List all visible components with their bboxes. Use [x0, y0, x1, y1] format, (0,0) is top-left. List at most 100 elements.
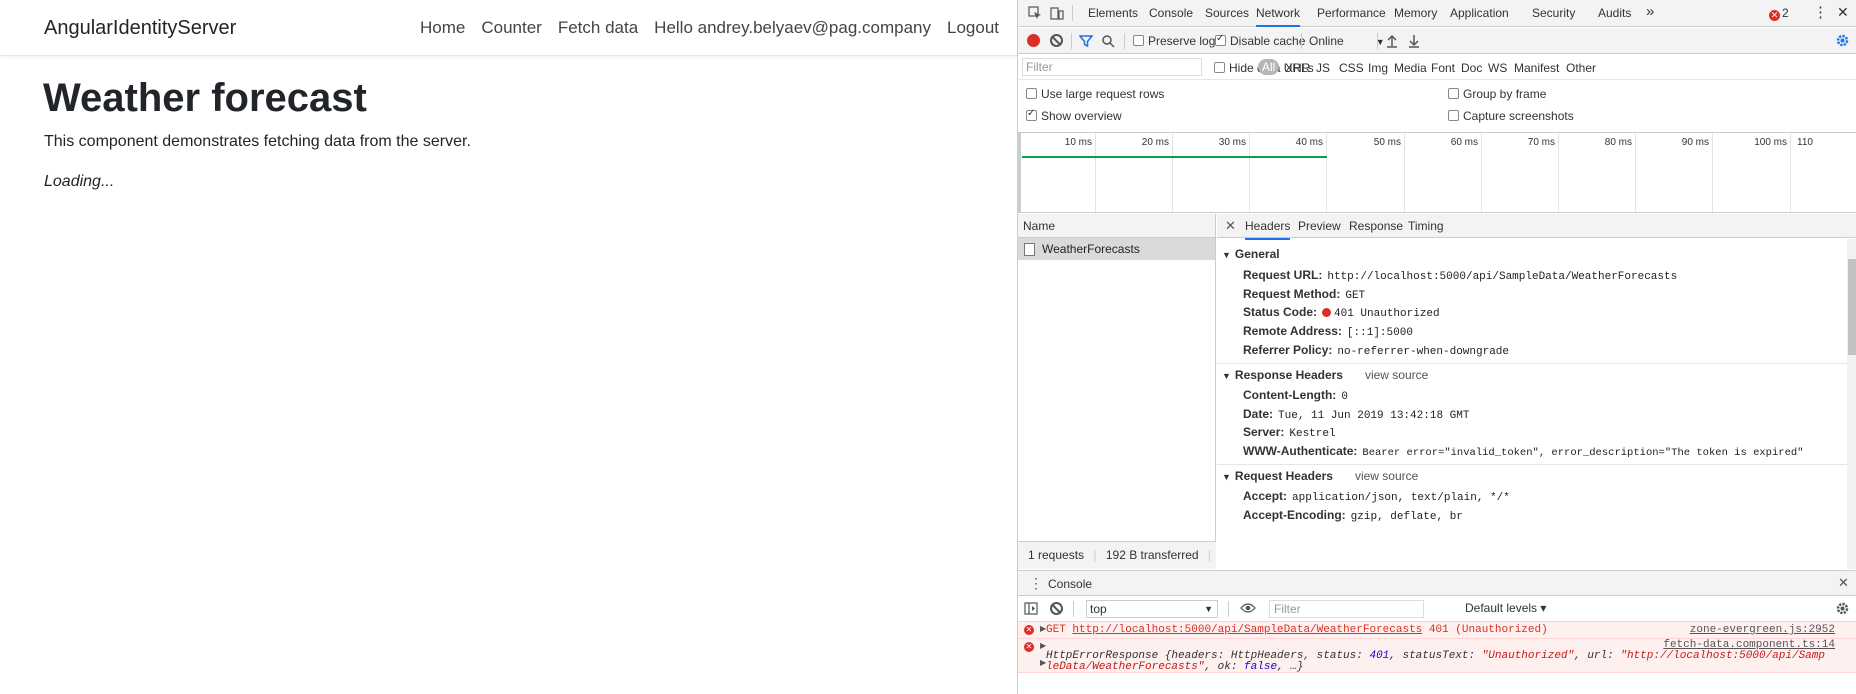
checkbox-checked[interactable] — [1026, 108, 1037, 121]
brand-link[interactable]: AngularIdentityServer — [44, 17, 236, 40]
header-key: Accept: — [1243, 489, 1288, 503]
close-drawer-icon[interactable]: ✕ — [1838, 576, 1849, 590]
drawer-menu-icon[interactable]: ⋮ — [1029, 576, 1043, 590]
header-request-method: Request Method: GET — [1243, 287, 1365, 302]
request-headers-section-title[interactable]: ▼ Request Headers view source — [1222, 469, 1418, 483]
tab-timing[interactable]: Timing — [1408, 219, 1444, 233]
nav-logout[interactable]: Logout — [947, 18, 999, 38]
filter-type-js[interactable]: JS — [1316, 61, 1330, 75]
group-by-frame-checkbox[interactable]: Group by frame — [1448, 87, 1546, 101]
checkbox[interactable] — [1133, 35, 1144, 46]
nav-fetch-data[interactable]: Fetch data — [558, 18, 638, 38]
navbar: AngularIdentityServer Home Counter Fetch… — [0, 0, 1017, 56]
filter-type-manifest[interactable]: Manifest — [1514, 61, 1559, 75]
kebab-menu-icon[interactable]: ⋮ — [1813, 3, 1828, 21]
expand-triangle-icon[interactable]: ▶ — [1040, 622, 1046, 638]
request-row[interactable]: WeatherForecasts — [1018, 238, 1215, 260]
filter-type-font[interactable]: Font — [1431, 61, 1455, 75]
filter-type-media[interactable]: Media — [1394, 61, 1427, 75]
filter-type-other[interactable]: Other — [1566, 61, 1596, 75]
console-error-message[interactable]: ✕ ▶ GET http://localhost:5000/api/Sample… — [1018, 622, 1856, 639]
tab-application[interactable]: Application — [1450, 6, 1509, 20]
view-source-link[interactable]: view source — [1365, 368, 1428, 382]
overview-left-handle[interactable] — [1018, 133, 1021, 212]
nav-home[interactable]: Home — [420, 18, 465, 38]
checkbox[interactable] — [1448, 88, 1459, 99]
request-url-link[interactable]: http://localhost:5000/api/SampleData/Wea… — [1072, 624, 1422, 636]
live-expression-eye-icon[interactable] — [1240, 602, 1256, 616]
console-error-message[interactable]: ✕ ▶ fetch-data.component.ts:14 ▶ HttpErr… — [1018, 639, 1856, 673]
name-column-header[interactable]: Name — [1018, 214, 1215, 238]
disable-cache-checkbox[interactable]: Disable cache — [1215, 33, 1305, 48]
tab-headers[interactable]: Headers — [1245, 219, 1291, 240]
tab-preview[interactable]: Preview — [1298, 219, 1341, 233]
app-page: AngularIdentityServer Home Counter Fetch… — [0, 0, 1017, 694]
export-har-icon[interactable] — [1408, 34, 1420, 50]
filter-icon[interactable] — [1078, 34, 1094, 50]
search-icon[interactable] — [1101, 34, 1115, 50]
header-status-code: Status Code: 401 Unauthorized — [1243, 305, 1440, 320]
tab-elements[interactable]: Elements — [1088, 6, 1138, 20]
object-ok: false — [1244, 661, 1278, 673]
tab-response[interactable]: Response — [1349, 219, 1403, 233]
header-date: Date: Tue, 11 Jun 2019 13:42:18 GMT — [1243, 407, 1469, 422]
import-har-icon[interactable] — [1386, 34, 1398, 50]
header-key: Status Code: — [1243, 305, 1318, 319]
checkbox[interactable] — [1214, 62, 1225, 73]
close-devtools-icon[interactable]: ✕ — [1837, 4, 1849, 21]
filter-type-img[interactable]: Img — [1368, 61, 1388, 75]
record-icon[interactable] — [1027, 34, 1040, 47]
more-tabs-icon[interactable]: » — [1646, 3, 1654, 20]
inspect-element-icon[interactable] — [1028, 6, 1042, 22]
drawer-tab-console[interactable]: Console — [1048, 577, 1093, 598]
preserve-log-checkbox[interactable]: Preserve log — [1133, 34, 1215, 48]
error-counter[interactable]: ✕ 2 — [1769, 6, 1789, 21]
device-toolbar-icon[interactable] — [1050, 6, 1064, 22]
show-sidebar-icon[interactable] — [1024, 602, 1038, 617]
context-select[interactable]: top ▼ — [1086, 600, 1218, 618]
filter-type-xhr[interactable]: XHR — [1285, 61, 1310, 75]
checkbox[interactable] — [1026, 88, 1037, 99]
throttling-select[interactable]: Online ▼ — [1309, 34, 1385, 48]
log-levels-dropdown[interactable]: Default levels ▾ — [1465, 601, 1546, 615]
tab-network[interactable]: Network — [1256, 6, 1301, 27]
nav-user-greeting[interactable]: Hello andrey.belyaev@pag.company — [654, 18, 931, 38]
response-headers-section-title[interactable]: ▼ Response Headers view source — [1222, 368, 1428, 382]
tab-console[interactable]: Console — [1149, 6, 1193, 20]
console-filter-input[interactable]: Filter — [1269, 600, 1424, 618]
tab-sources[interactable]: Sources — [1205, 6, 1249, 20]
capture-screenshots-checkbox[interactable]: Capture screenshots — [1448, 109, 1574, 123]
view-source-link[interactable]: view source — [1355, 469, 1418, 483]
network-filter-bar: Filter Hide data URLs All XHR JS CSS Img… — [1018, 55, 1856, 80]
close-details-icon[interactable]: ✕ — [1225, 218, 1236, 234]
expand-triangle-icon[interactable]: ▶ — [1040, 641, 1046, 652]
error-count: 2 — [1782, 6, 1789, 20]
expand-triangle-icon: ▼ — [1222, 250, 1231, 260]
expand-object-icon[interactable]: ▶ — [1040, 658, 1046, 669]
details-scrollbar[interactable] — [1847, 239, 1856, 569]
settings-gear-icon[interactable] — [1835, 33, 1850, 50]
network-overview-timeline[interactable]: 10 ms 20 ms 30 ms 40 ms 50 ms 60 ms 70 m… — [1018, 133, 1856, 213]
tab-audits[interactable]: Audits — [1598, 6, 1631, 20]
tab-performance[interactable]: Performance — [1317, 6, 1386, 20]
checkbox[interactable] — [1448, 110, 1459, 121]
checkbox-checked[interactable] — [1215, 33, 1226, 46]
filter-type-ws[interactable]: WS — [1488, 61, 1507, 75]
general-section-title[interactable]: ▼ General — [1222, 247, 1280, 261]
filter-type-css[interactable]: CSS — [1339, 61, 1364, 75]
source-location-link[interactable]: zone-evergreen.js:2952 — [1690, 622, 1835, 638]
tick-line — [1712, 133, 1713, 212]
source-location-link[interactable]: fetch-data.component.ts:14 — [1663, 640, 1835, 651]
large-rows-checkbox[interactable]: Use large request rows — [1026, 87, 1164, 101]
clear-icon[interactable] — [1050, 34, 1063, 47]
network-filter-input[interactable]: Filter — [1022, 58, 1202, 76]
filter-type-all[interactable]: All — [1258, 59, 1280, 75]
filter-type-doc[interactable]: Doc — [1461, 61, 1482, 75]
clear-console-icon[interactable] — [1050, 602, 1063, 615]
show-overview-checkbox[interactable]: Show overview — [1026, 108, 1122, 123]
nav-counter[interactable]: Counter — [481, 18, 541, 38]
tab-memory[interactable]: Memory — [1394, 6, 1437, 20]
tab-security[interactable]: Security — [1532, 6, 1575, 20]
scrollbar-thumb[interactable] — [1848, 259, 1856, 355]
console-settings-icon[interactable] — [1835, 601, 1850, 618]
